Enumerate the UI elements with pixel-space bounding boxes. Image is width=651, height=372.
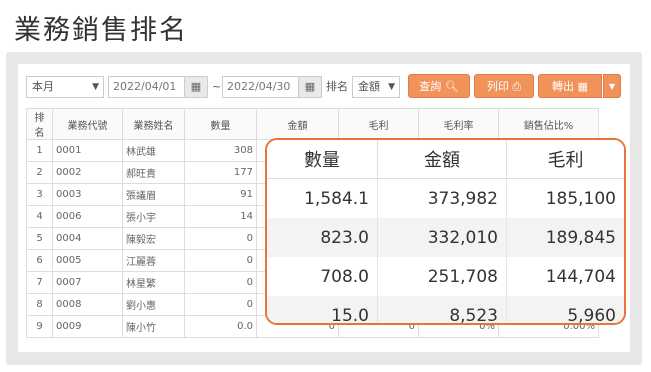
column-header[interactable]: 金額 <box>256 108 339 140</box>
query-button[interactable]: 查詢 🔍︎ <box>408 74 470 98</box>
column-header[interactable]: 業務代號 <box>52 108 123 140</box>
quantity-cell: 177 <box>184 161 257 184</box>
quantity-cell: 0 <box>184 271 257 294</box>
sales-code-cell: 0001 <box>52 139 123 162</box>
date-from-field[interactable]: 2022/04/01 ▦ <box>108 76 208 98</box>
quantity-cell: 0.0 <box>184 315 257 338</box>
sales-name-cell: 陳毅宏 <box>122 227 185 250</box>
rank-cell: 1 <box>26 139 53 162</box>
callout-column-header: 毛利 <box>506 140 624 179</box>
callout-amount-cell: 332,010 <box>377 218 507 257</box>
rank-by-select[interactable]: 金額 ▼ <box>352 76 400 98</box>
sales-code-cell: 0009 <box>52 315 123 338</box>
callout-amount-cell: 373,982 <box>377 178 507 218</box>
date-range-separator: ~ <box>212 80 222 93</box>
page-title: 業務銷售排名 <box>14 15 188 46</box>
quantity-cell: 0 <box>184 227 257 250</box>
print-button-label: 列印 <box>486 80 509 93</box>
rank-cell: 8 <box>26 293 53 316</box>
sales-name-cell: 張議眉 <box>122 183 185 206</box>
sales-name-cell: 林星繁 <box>122 271 185 294</box>
sales-code-cell: 0004 <box>52 227 123 250</box>
chevron-down-icon: ▼ <box>388 82 395 92</box>
export-dropdown-toggle[interactable]: ▼ <box>603 74 621 98</box>
sales-name-cell: 江麗蓉 <box>122 249 185 272</box>
calendar-icon[interactable]: ▦ <box>298 77 321 97</box>
rank-cell: 7 <box>26 271 53 294</box>
export-button[interactable]: 轉出 ▦ <box>538 74 602 98</box>
quantity-cell: 0 <box>184 249 257 272</box>
callout-quantity-cell: 1,584.1 <box>267 178 378 218</box>
period-select[interactable]: 本月 ▼ <box>26 76 104 98</box>
sales-name-cell: 張小宇 <box>122 205 185 228</box>
callout-row: 1,584.1 373,982 185,100 <box>267 178 624 218</box>
chevron-down-icon: ▼ <box>608 82 616 91</box>
sales-code-cell: 0007 <box>52 271 123 294</box>
quantity-cell: 0 <box>184 293 257 316</box>
callout-profit-cell: 185,100 <box>545 188 616 209</box>
sales-code-cell: 0005 <box>52 249 123 272</box>
export-button-label: 轉出 <box>552 80 575 93</box>
sales-name-cell: 郝旺貴 <box>122 161 185 184</box>
file-export-icon: ▦ <box>577 80 588 93</box>
date-to-field[interactable]: 2022/04/30 ▦ <box>222 76 322 98</box>
rank-by-value: 金額 <box>358 80 380 93</box>
callout-quantity-cell: 823.0 <box>267 218 378 257</box>
query-button-label: 查詢 <box>419 80 442 93</box>
sales-name-cell: 劉小惠 <box>122 293 185 316</box>
sales-code-cell: 0002 <box>52 161 123 184</box>
callout-profit-cell: 5,960 <box>506 296 624 323</box>
period-select-value: 本月 <box>32 80 54 93</box>
print-button[interactable]: 列印 ⎙ <box>474 74 534 98</box>
callout-amount-cell: 8,523 <box>377 296 507 323</box>
rank-by-label: 排名 <box>326 80 348 93</box>
column-header[interactable]: 銷售佔比% <box>498 108 599 140</box>
calendar-icon[interactable]: ▦ <box>184 77 207 97</box>
rank-cell: 3 <box>26 183 53 206</box>
column-header[interactable]: 業務姓名 <box>122 108 185 140</box>
totals-callout: 數量 金額 毛利 1,584.1 373,982 185,100 823.0 332,… <box>265 138 626 325</box>
callout-profit-cell: 189,845 <box>506 218 624 257</box>
quantity-cell: 308 <box>184 139 257 162</box>
quantity-cell: 14 <box>184 205 257 228</box>
column-header[interactable]: 毛利 <box>338 108 419 140</box>
callout-profit-cell: 144,704 <box>545 266 616 287</box>
rank-cell: 5 <box>26 227 53 250</box>
rank-cell: 6 <box>26 249 53 272</box>
column-header[interactable]: 毛利率 <box>418 108 499 140</box>
date-from-value: 2022/04/01 <box>113 80 177 93</box>
rank-cell: 2 <box>26 161 53 184</box>
chevron-down-icon: ▼ <box>92 82 99 92</box>
column-header[interactable]: 排名 <box>26 108 53 140</box>
quantity-cell: 91 <box>184 183 257 206</box>
totals-callout-table: 數量 金額 毛利 1,584.1 373,982 185,100 823.0 332,… <box>267 140 624 323</box>
callout-row: 823.0 332,010 189,845 <box>267 218 624 257</box>
sales-code-cell: 0008 <box>52 293 123 316</box>
callout-row: 708.0 251,708 144,704 <box>267 257 624 296</box>
callout-column-header: 數量 <box>267 140 378 179</box>
sales-name-cell: 陳小竹 <box>122 315 185 338</box>
column-header[interactable]: 數量 <box>184 108 257 140</box>
sales-code-cell: 0003 <box>52 183 123 206</box>
rank-cell: 4 <box>26 205 53 228</box>
callout-column-header: 金額 <box>377 140 507 179</box>
sales-name-cell: 林武雄 <box>122 139 185 162</box>
callout-row: 15.0 8,523 5,960 <box>267 296 624 323</box>
filter-toolbar: 本月 ▼ 2022/04/01 ▦ ~ 2022/04/30 ▦ 排名 金額 ▼… <box>26 74 622 100</box>
callout-header-row: 數量 金額 毛利 <box>267 140 624 179</box>
callout-quantity-cell: 15.0 <box>267 296 378 323</box>
date-to-value: 2022/04/30 <box>227 80 291 93</box>
sales-code-cell: 0006 <box>52 205 123 228</box>
table-header-row: 排名 業務代號 業務姓名 數量 金額 毛利 毛利率 銷售佔比% <box>26 108 599 140</box>
printer-icon: ⎙ <box>512 80 522 93</box>
search-icon: 🔍︎ <box>444 80 459 93</box>
callout-quantity-cell: 708.0 <box>267 257 378 296</box>
rank-cell: 9 <box>26 315 53 338</box>
callout-amount-cell: 251,708 <box>377 257 507 296</box>
